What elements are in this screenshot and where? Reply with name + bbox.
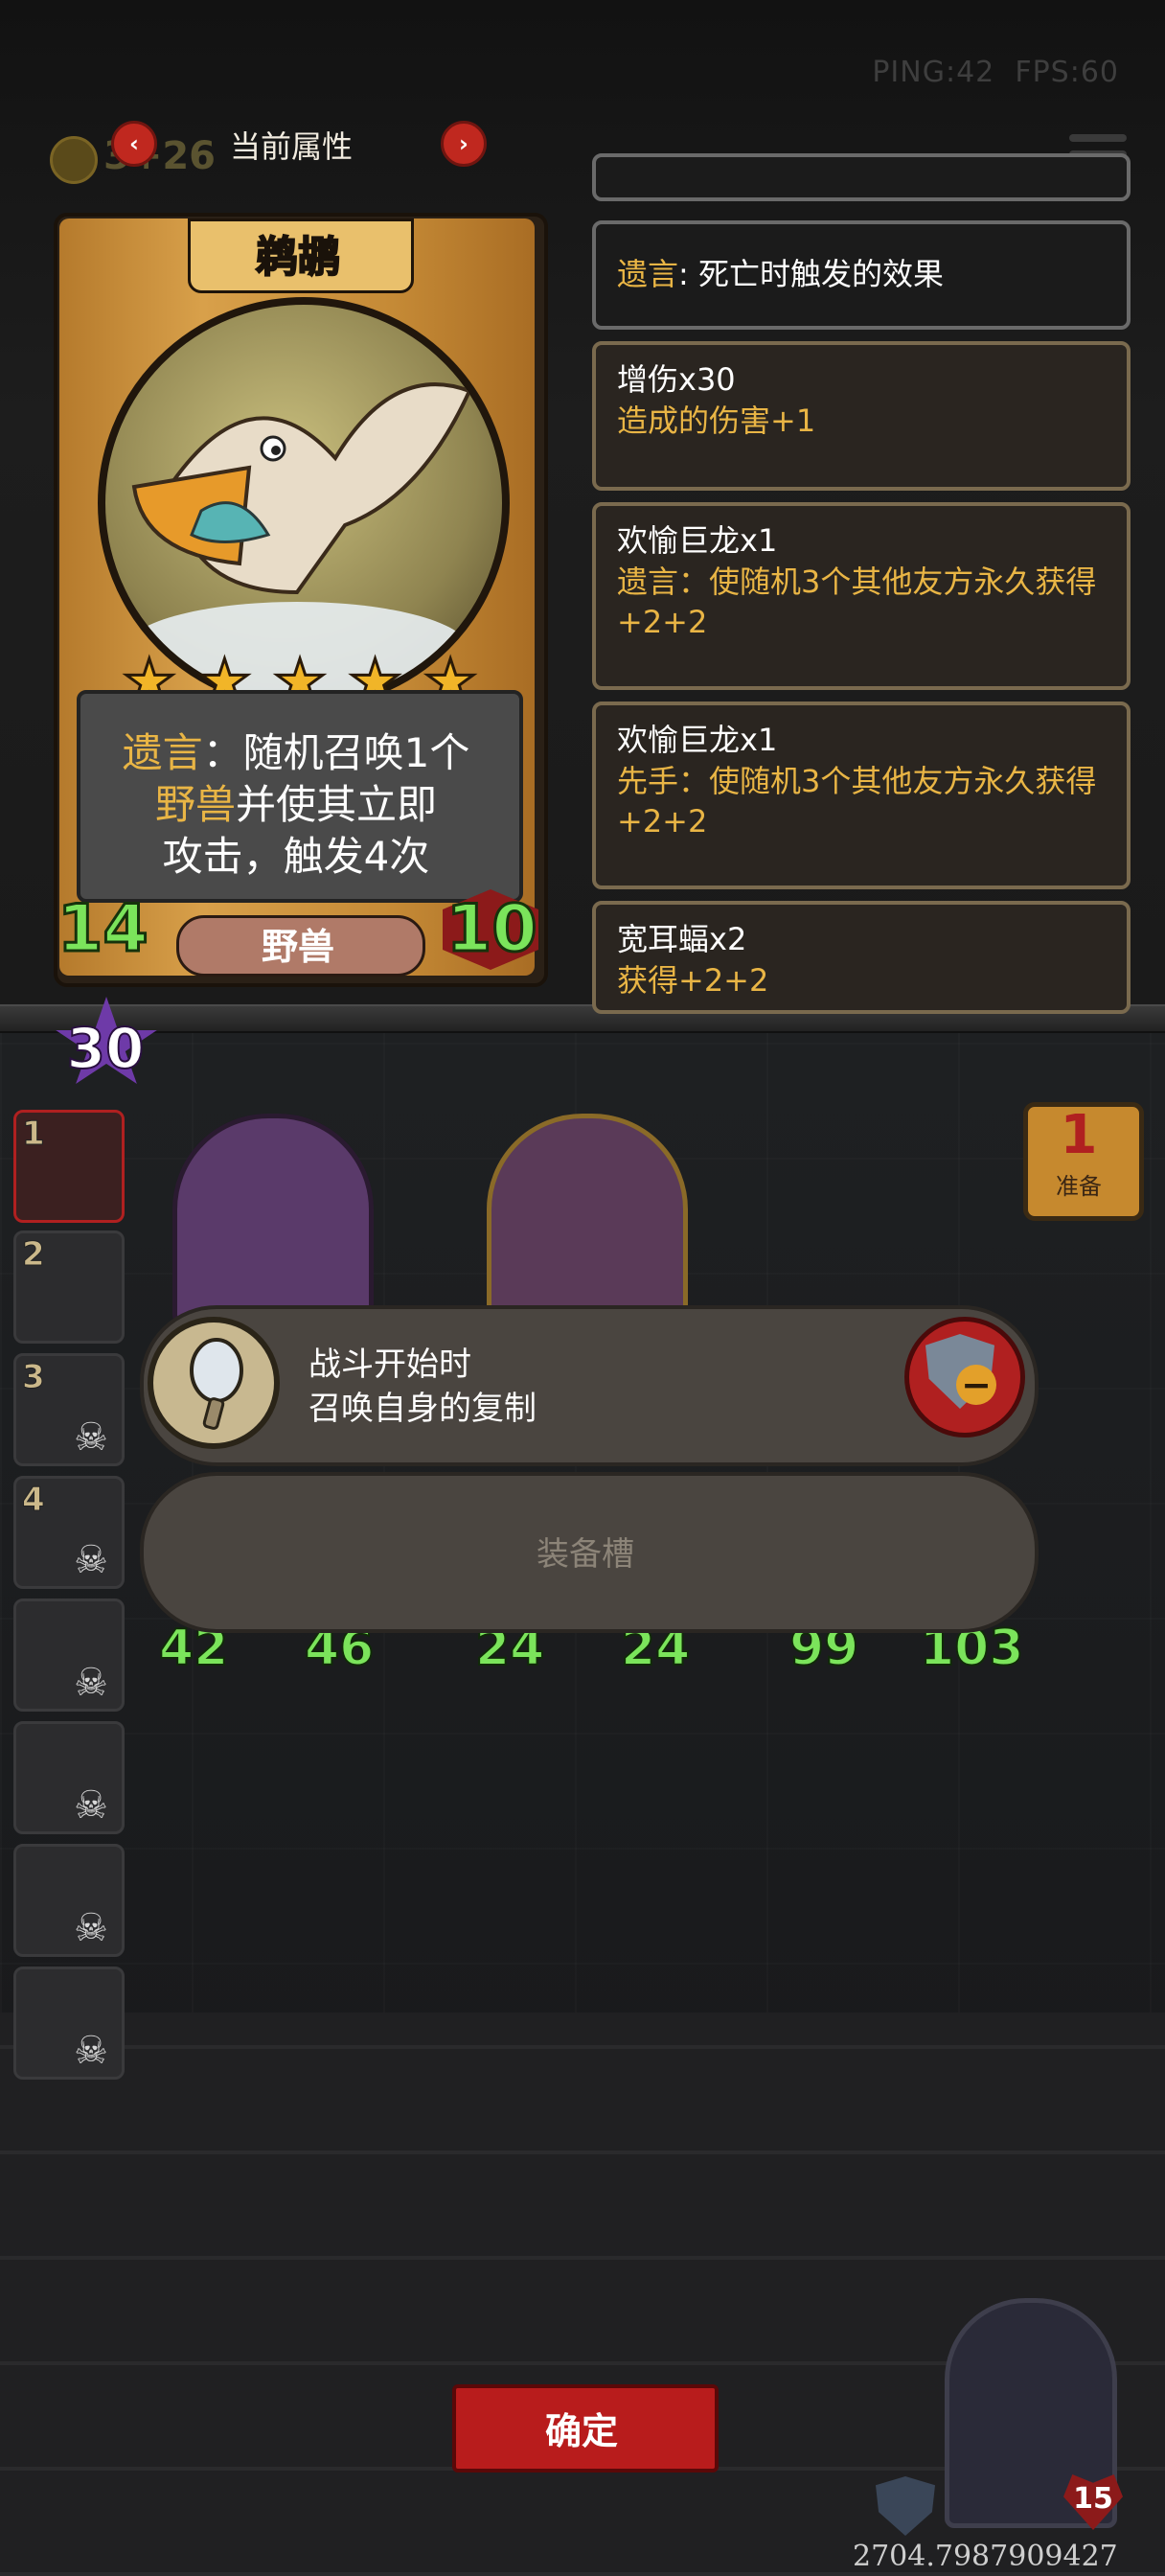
equip-slot-label: 装备槽 — [537, 1535, 634, 1574]
skull-icon: ☠ — [74, 1538, 108, 1582]
card-name: 鹈鹕 — [255, 232, 341, 283]
effect-item-3[interactable]: 欢愉巨龙x1 先手：使随机3个其他友方永久获得+2+2 — [592, 702, 1131, 889]
effect-item-0[interactable]: 遗言: 死亡时触发的效果 — [592, 220, 1131, 330]
mirror-icon — [148, 1317, 280, 1449]
effect-item-4[interactable]: 宽耳蝠x2 获得+2+2 — [592, 901, 1131, 1014]
skull-icon: ☠ — [74, 1661, 108, 1705]
team-slot-4[interactable]: 4 ☠ — [13, 1476, 125, 1589]
team-slot-8[interactable]: ☠ — [13, 1966, 125, 2080]
team-slot-2[interactable]: 2 — [13, 1230, 125, 1344]
ability-effect: 召唤自身的复制 — [308, 1390, 537, 1428]
card-attack: 14 — [57, 890, 150, 969]
effect-panel-top-cut — [592, 153, 1131, 201]
card-health: 10 — [445, 890, 539, 969]
board-minion-2[interactable] — [487, 1114, 688, 1324]
card-desc-line-3: 攻击，触发4次 — [162, 833, 430, 880]
team-slot-3[interactable]: 3 ☠ — [13, 1353, 125, 1466]
card-desc-line-2: 野兽并使其立即 — [154, 781, 438, 828]
board-minion-1[interactable] — [172, 1114, 374, 1324]
effect-item-1[interactable]: 增伤x30 造成的伤害+1 — [592, 341, 1131, 491]
ready-label: 准备 — [1056, 1173, 1102, 1200]
effect-item-2[interactable]: 欢愉巨龙x1 遗言：使随机3个其他友方永久获得+2+2 — [592, 502, 1131, 690]
next-arrow-icon[interactable]: › — [441, 121, 487, 167]
minus-icon: − — [956, 1364, 996, 1406]
skull-icon: ☠ — [74, 2029, 108, 2073]
team-slot-7[interactable]: ☠ — [13, 1844, 125, 1957]
coordinate-readout: 2704.7987909427 — [853, 2540, 1118, 2573]
gold-coin-icon — [50, 136, 98, 184]
skull-icon: ☠ — [74, 1906, 108, 1950]
skull-icon: ☠ — [74, 1415, 108, 1460]
confirm-label: 确定 — [544, 2410, 618, 2452]
skull-icon: ☠ — [74, 1783, 108, 1828]
team-slot-5[interactable]: ☠ — [13, 1598, 125, 1712]
prev-arrow-icon[interactable]: ‹ — [111, 121, 157, 167]
card-desc-line-1: 遗言：随机召唤1个 — [122, 729, 470, 776]
ability-trigger: 战斗开始时 — [308, 1346, 471, 1384]
team-slot-1[interactable]: 1 — [13, 1110, 125, 1223]
panel-title: 当前属性 — [230, 128, 354, 165]
team-slot-6[interactable]: ☠ — [13, 1721, 125, 1834]
card-type: 野兽 — [261, 926, 334, 968]
hero-health: 15 — [1073, 2482, 1113, 2516]
card-tier: 30 — [66, 1015, 146, 1082]
net-stats: PING:42 FPS:60 — [872, 56, 1119, 89]
ready-count: 1 — [1060, 1104, 1098, 1166]
